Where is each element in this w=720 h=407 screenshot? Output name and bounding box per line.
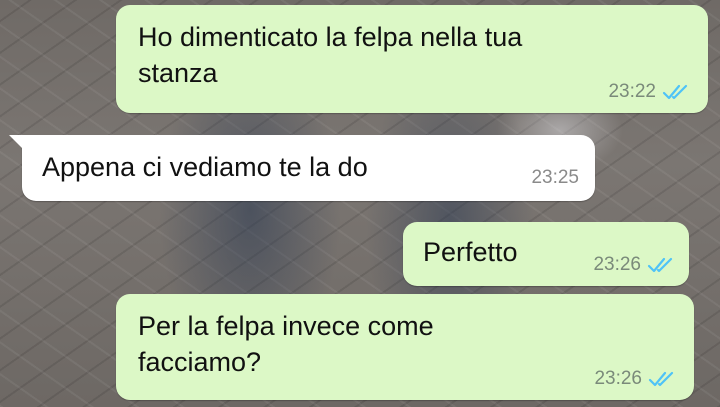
message-bubble-outgoing[interactable]: Ho dimenticato la felpa nella tua stanza… — [116, 5, 708, 113]
message-meta: 23:25 — [531, 167, 579, 189]
message-bubble-outgoing[interactable]: Perfetto 23:26 — [403, 222, 689, 286]
message-meta: 23:26 — [594, 368, 676, 390]
message-time: 23:26 — [594, 368, 642, 389]
message-time: 23:26 — [593, 254, 641, 275]
message-text: Perfetto — [423, 237, 518, 267]
message-text: Per la felpa invece come facciamo? — [138, 311, 434, 377]
message-meta: 23:26 — [593, 254, 675, 276]
bubble-tail — [9, 135, 25, 151]
double-check-read-icon — [648, 371, 674, 387]
message-text: Ho dimenticato la felpa nella tua stanza — [138, 22, 523, 88]
message-bubble-outgoing[interactable]: Per la felpa invece come facciamo? 23:26 — [116, 294, 694, 400]
message-time: 23:25 — [531, 167, 579, 188]
message-meta: 23:22 — [608, 81, 690, 103]
double-check-read-icon — [662, 84, 688, 100]
message-time: 23:22 — [608, 81, 656, 102]
message-bubble-incoming[interactable]: Appena ci vediamo te la do 23:25 — [9, 135, 595, 201]
double-check-read-icon — [647, 257, 673, 273]
message-text: Appena ci vediamo te la do — [42, 152, 368, 182]
